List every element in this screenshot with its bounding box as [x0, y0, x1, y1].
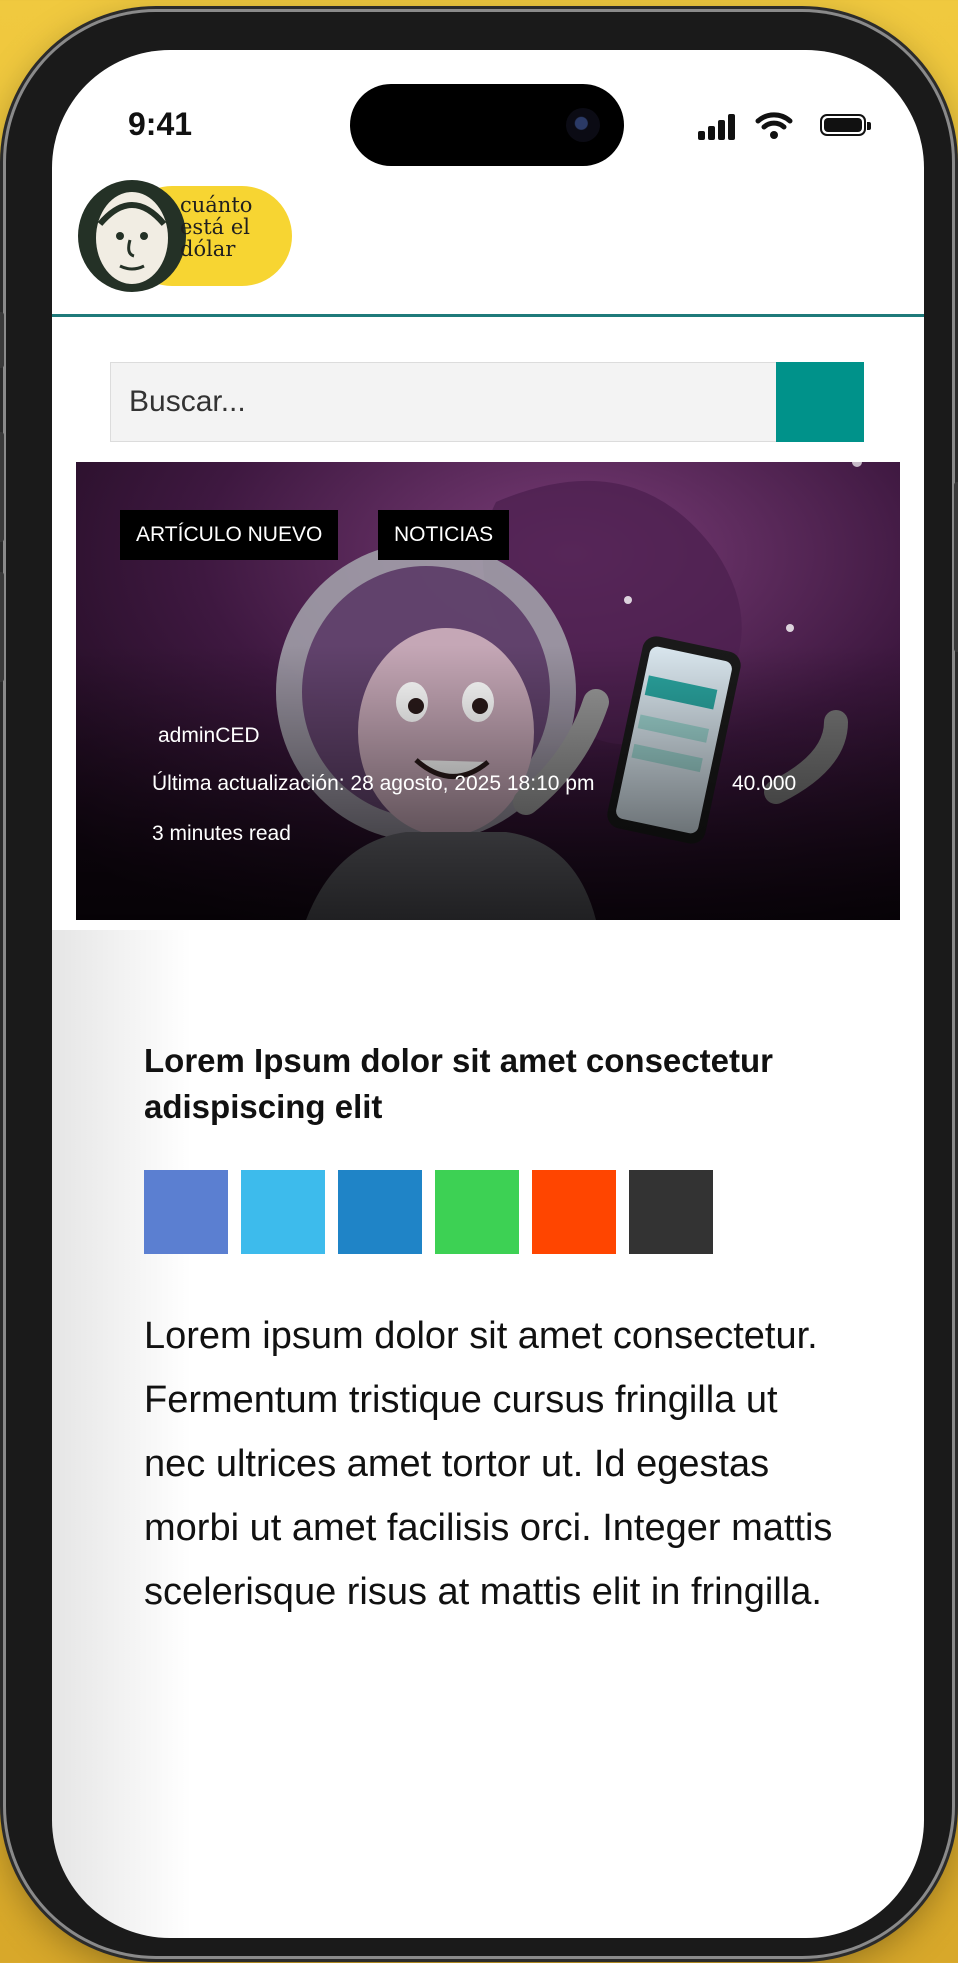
share-reddit-button[interactable]: [532, 1170, 616, 1254]
featured-article-card[interactable]: ARTÍCULO NUEVO NOTICIAS adminCED Última …: [76, 462, 900, 920]
status-icons: [698, 110, 871, 140]
search-form: [110, 362, 864, 444]
dynamic-island: [350, 84, 624, 166]
tag-new-article[interactable]: ARTÍCULO NUEVO: [120, 510, 339, 560]
status-time: 9:41: [128, 106, 193, 142]
phone-side-button: [0, 312, 4, 368]
read-time: 3 minutes read: [152, 822, 291, 845]
share-email-button[interactable]: [629, 1170, 713, 1254]
logo-text: cuánto está el dólar: [180, 193, 253, 261]
phone-power-button: [954, 482, 958, 652]
phone-screen: 9:41 cuánto está el dólar Buscar... ARTÍ…: [52, 50, 924, 1938]
view-count: 40.000: [732, 772, 797, 795]
phone-frame: 9:41 cuánto está el dólar Buscar... ARTÍ…: [0, 12, 958, 1956]
phone-volume-up: [0, 432, 4, 542]
share-whatsapp-button[interactable]: [435, 1170, 519, 1254]
search-button[interactable]: [776, 362, 864, 442]
share-linkedin-button[interactable]: [338, 1170, 422, 1254]
article-body: Lorem ipsum dolor sit amet consectetur. …: [144, 1315, 833, 1613]
site-logo[interactable]: cuánto está el dólar: [78, 180, 294, 292]
phone-volume-down: [0, 572, 4, 682]
author-name[interactable]: adminCED: [158, 724, 260, 748]
share-twitter-button[interactable]: [241, 1170, 325, 1254]
wifi-icon: [755, 112, 793, 139]
battery-icon: [820, 114, 871, 136]
search-input[interactable]: [110, 362, 778, 442]
share-facebook-button[interactable]: [144, 1170, 228, 1254]
last-updated: Última actualización: 28 agosto, 2025 18…: [152, 772, 595, 795]
tag-news[interactable]: NOTICIAS: [378, 510, 510, 560]
article-title: Lorem Ipsum dolor sit amet consectetur a…: [144, 1042, 773, 1125]
logo-portrait-icon: [78, 180, 186, 292]
header-divider: [52, 314, 924, 317]
camera-icon: [566, 108, 600, 142]
